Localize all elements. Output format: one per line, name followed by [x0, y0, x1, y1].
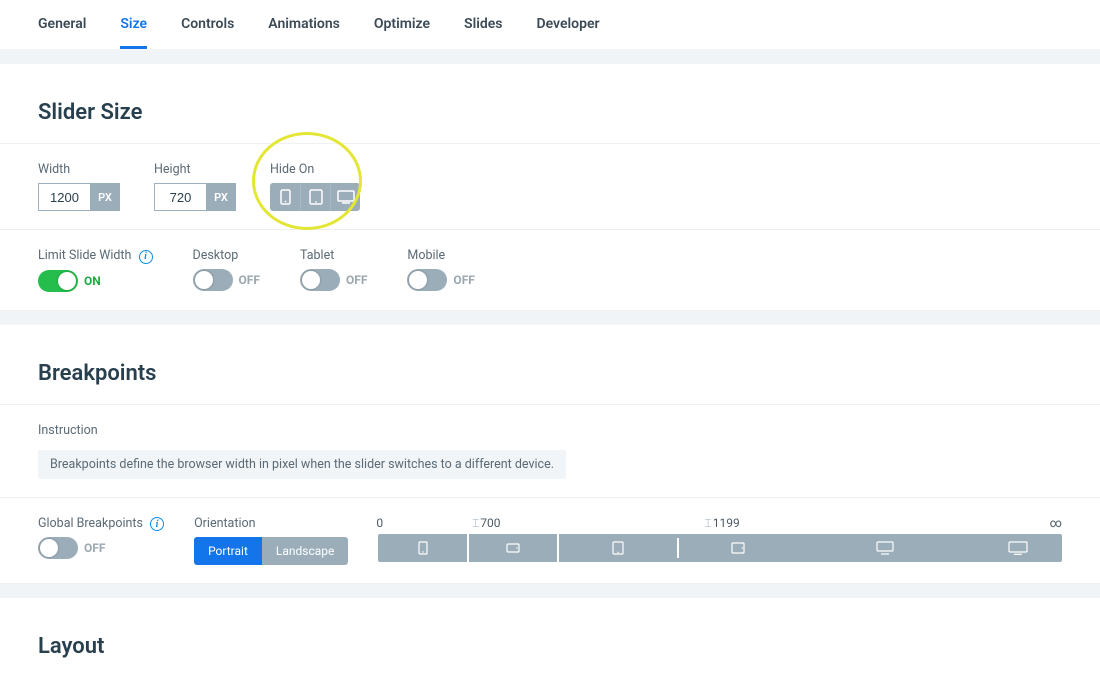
bp-seg-large	[974, 534, 1062, 562]
bp-label-0: 0	[376, 516, 383, 530]
hide-on-desktop[interactable]	[330, 183, 360, 211]
desktop-toggle[interactable]	[193, 269, 233, 291]
field-limit-slide-width: Limit Slide Width i ON	[38, 248, 153, 292]
bp-bar[interactable]	[378, 534, 1062, 562]
tab-slides[interactable]: Slides	[464, 16, 502, 49]
field-mobile: Mobile OFF	[407, 248, 474, 291]
tab-animations[interactable]: Animations	[268, 16, 340, 49]
mobile-toggle[interactable]	[407, 269, 447, 291]
tablet-icon	[309, 189, 323, 205]
field-orientation: Orientation Portrait Landscape	[194, 516, 348, 565]
instruction-label: Instruction	[38, 423, 98, 438]
mobile-state: OFF	[453, 273, 474, 287]
breakpoint-slider[interactable]: 0 ⌶700 ⌶1199 ∞	[378, 516, 1062, 562]
layout-title: Layout	[0, 612, 1100, 677]
row-dimensions: Width PX Height PX Hide On	[0, 144, 1100, 230]
info-icon[interactable]: i	[139, 250, 153, 264]
row-bp-controls: Global Breakpoints i OFF Orientation Por…	[0, 498, 1100, 584]
orientation-landscape[interactable]: Landscape	[262, 537, 349, 565]
desktop-icon	[876, 541, 894, 555]
hide-on-tablet[interactable]	[300, 183, 330, 211]
tab-optimize[interactable]: Optimize	[374, 16, 430, 49]
field-height: Height PX	[154, 162, 236, 211]
tab-general[interactable]: General	[38, 16, 86, 49]
section-layout: Layout	[0, 612, 1100, 677]
mobile-landscape-icon	[506, 543, 520, 553]
breakpoints-title: Breakpoints	[0, 339, 1100, 405]
global-bp-label: Global Breakpoints i	[38, 516, 164, 532]
hide-on-group	[270, 183, 360, 211]
bp-seg-mobile-p	[378, 534, 466, 562]
bp-seg-desktop	[797, 534, 974, 562]
tab-size[interactable]: Size	[120, 16, 147, 49]
settings-tabs: General Size Controls Animations Optimiz…	[0, 0, 1100, 50]
height-label: Height	[154, 162, 236, 177]
tab-controls[interactable]: Controls	[181, 16, 234, 49]
tablet-state: OFF	[346, 273, 367, 287]
tab-developer[interactable]: Developer	[536, 16, 599, 49]
width-label: Width	[38, 162, 120, 177]
bp-label-inf: ∞	[1050, 516, 1062, 530]
tablet-landscape-icon	[731, 542, 745, 554]
hide-on-mobile[interactable]	[270, 183, 300, 211]
field-hide-on: Hide On	[270, 162, 360, 211]
orientation-portrait[interactable]: Portrait	[194, 537, 262, 565]
bp-seg-mobile-l	[469, 534, 557, 562]
bp-seg-tablet-p	[559, 534, 677, 562]
limit-width-state: ON	[84, 274, 101, 288]
bp-label-1199: ⌶1199	[705, 516, 740, 531]
orientation-label: Orientation	[194, 516, 348, 531]
mobile-portrait-icon	[418, 541, 428, 555]
bp-labels: 0 ⌶700 ⌶1199 ∞	[378, 516, 1062, 534]
slider-size-title: Slider Size	[0, 78, 1100, 144]
mobile-icon	[280, 189, 291, 205]
tablet-portrait-icon	[612, 541, 624, 555]
section-breakpoints: Breakpoints Instruction Breakpoints defi…	[0, 339, 1100, 584]
hide-on-label: Hide On	[270, 162, 360, 177]
field-tablet: Tablet OFF	[300, 248, 367, 291]
field-global-bp: Global Breakpoints i OFF	[38, 516, 164, 560]
height-input[interactable]	[154, 183, 206, 211]
bp-seg-tablet-l	[679, 534, 797, 562]
field-width: Width PX	[38, 162, 120, 211]
desktop-label: Desktop	[193, 248, 260, 263]
desktop-state: OFF	[239, 273, 260, 287]
height-unit[interactable]: PX	[206, 183, 236, 211]
width-unit[interactable]: PX	[90, 183, 120, 211]
mobile-label: Mobile	[407, 248, 474, 263]
orientation-group: Portrait Landscape	[194, 537, 348, 565]
global-bp-toggle[interactable]	[38, 537, 78, 559]
desktop-icon	[337, 190, 355, 204]
row-instruction: Instruction Breakpoints define the brows…	[0, 405, 1100, 498]
row-limit-width: Limit Slide Width i ON Desktop OFF Table…	[0, 230, 1100, 311]
bp-label-700: ⌶700	[472, 516, 500, 531]
limit-width-label: Limit Slide Width i	[38, 248, 153, 264]
large-desktop-icon	[1008, 541, 1028, 555]
tablet-label: Tablet	[300, 248, 367, 263]
instruction-text: Breakpoints define the browser width in …	[38, 450, 566, 479]
limit-width-toggle[interactable]	[38, 270, 78, 292]
section-slider-size: Slider Size Width PX Height PX Hide On	[0, 78, 1100, 311]
tablet-toggle[interactable]	[300, 269, 340, 291]
global-bp-state: OFF	[84, 541, 105, 555]
width-input[interactable]	[38, 183, 90, 211]
field-desktop: Desktop OFF	[193, 248, 260, 291]
info-icon[interactable]: i	[150, 517, 164, 531]
